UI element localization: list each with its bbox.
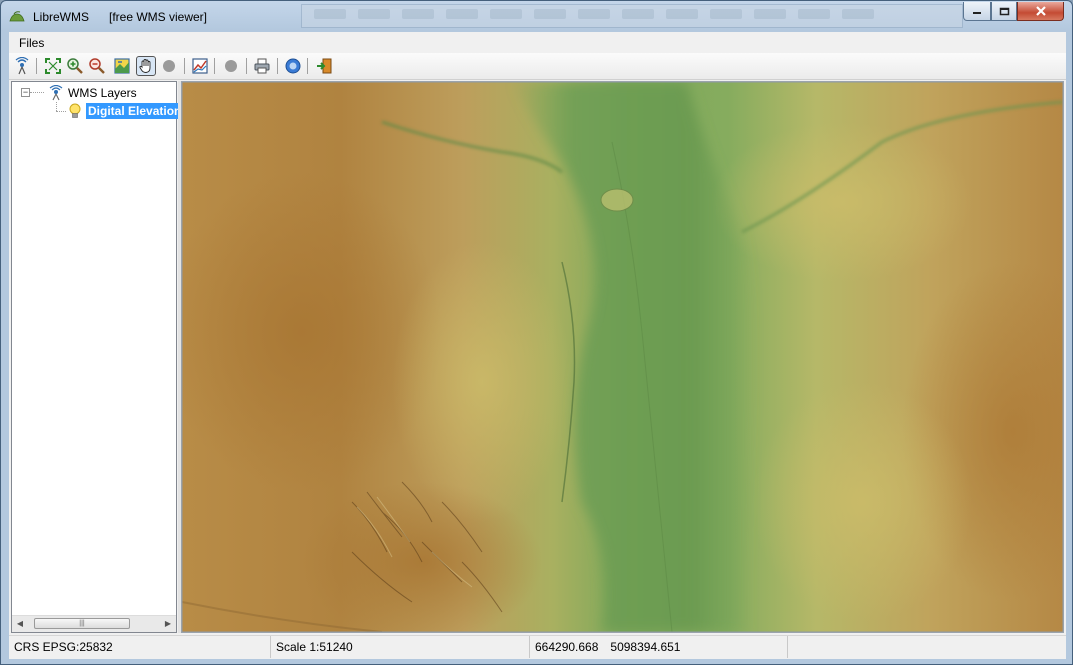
app-window: LibreWMS [free WMS viewer] Files − WMS L… [0,0,1073,665]
wms-connect-button[interactable] [12,56,32,76]
scroll-right-icon[interactable]: ▶ [162,618,174,630]
print-button[interactable] [252,56,272,76]
status-scale: Scale 1:51240 [271,636,530,658]
minimize-icon [973,12,981,14]
pan-hand-icon [139,59,151,73]
disabled-tool-icon [225,60,237,72]
title-bar[interactable]: LibreWMS [free WMS viewer] [1,1,1072,31]
toolbar-separator [184,58,185,74]
client-area: Files − WMS Layers Digital Elevation ◀ |… [9,32,1066,659]
app-logo-icon [9,11,25,22]
collapse-toggle[interactable]: − [21,88,30,97]
status-empty [788,636,1066,658]
exit-button[interactable] [314,56,334,76]
zoom-extent-button[interactable] [43,56,63,76]
background-window-menu [301,4,963,28]
disabled-tool-button[interactable] [221,56,241,76]
toolbar-separator [214,58,215,74]
toolbar [9,53,1066,80]
exit-icon [317,58,332,74]
window-title: LibreWMS [33,10,90,24]
status-x-coordinate: 664290.668 [535,640,599,654]
disabled-tool-button[interactable] [159,56,179,76]
layer-extent-icon [114,58,130,74]
zoom-in-button[interactable] [65,56,85,76]
menu-files[interactable]: Files [19,36,44,50]
elevation-map-image [182,82,1063,632]
tree-node-digital-elevation[interactable]: Digital Elevation [68,102,184,120]
zoom-in-icon [67,58,83,74]
print-icon [254,58,270,74]
status-y-coordinate: 5098394.651 [610,640,681,654]
tree-node-wms-layers[interactable]: WMS Layers [48,84,137,102]
status-bar: CRS EPSG:25832 Scale 1:51240 664290.668 … [9,635,1066,659]
pan-button[interactable] [136,56,156,76]
status-crs: CRS EPSG:25832 [9,636,271,658]
tree-root-label: WMS Layers [68,86,137,100]
info-icon [285,58,301,74]
zoom-out-button[interactable] [87,56,107,76]
toolbar-separator [277,58,278,74]
status-coordinates: 664290.668 5098394.651 [530,636,788,658]
scroll-thumb[interactable]: ||| [34,618,130,629]
close-button[interactable] [1017,2,1064,21]
wms-layers-icon [49,85,63,101]
close-icon [1035,6,1046,16]
wms-connect-icon [15,57,29,75]
restore-icon [999,7,1009,15]
disabled-tool-icon [163,60,175,72]
tree-layer-label: Digital Elevation [86,103,184,119]
zoom-out-icon [89,58,105,74]
chart-icon [192,58,208,74]
scroll-left-icon[interactable]: ◀ [14,618,26,630]
zoom-extent-icon [45,58,61,74]
menu-bar: Files [9,32,1066,52]
layer-tree-panel: − WMS Layers Digital Elevation ◀ ||| ▶ [11,81,184,633]
minimize-button[interactable] [963,2,991,21]
toolbar-separator [36,58,37,74]
map-view[interactable] [181,81,1064,633]
toolbar-separator [246,58,247,74]
info-button[interactable] [283,56,303,76]
window-subtitle: [free WMS viewer] [109,10,208,24]
lightbulb-icon [69,103,81,118]
tree-horizontal-scrollbar[interactable]: ◀ ||| ▶ [12,615,176,632]
toolbar-separator [307,58,308,74]
maximize-button[interactable] [991,2,1017,21]
chart-button[interactable] [190,56,210,76]
layer-extent-button[interactable] [112,56,132,76]
